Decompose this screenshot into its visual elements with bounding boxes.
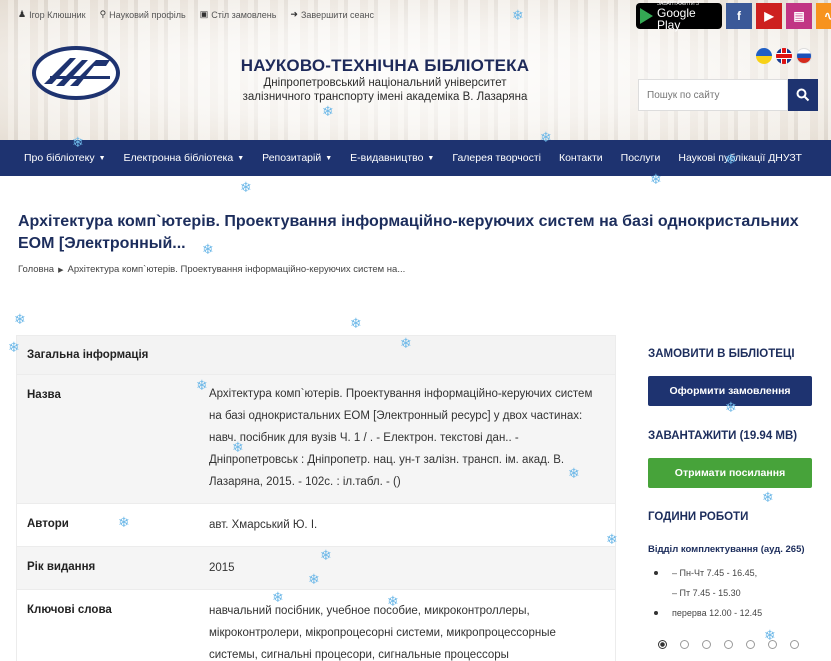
main-navigation: Про бібліотеку ▼ Електронна бібліотека ▼ Реп… [0, 140, 831, 176]
row-label: Назва [27, 389, 61, 401]
search-input[interactable] [638, 79, 788, 111]
general-info-table: Загальна інформація Назва Архітектура ко… [16, 335, 616, 661]
row-label: Рік видання [27, 561, 96, 573]
toplink-orders[interactable]: ▣ Стіл замовлень [200, 9, 277, 20]
ukrainian-flag-icon[interactable] [756, 48, 772, 64]
nav-item-2[interactable]: Репозитарій ▼ [262, 152, 332, 164]
nav-item-0[interactable]: Про бібліотеку ▼ [24, 152, 106, 164]
row-label: Автори [27, 518, 69, 530]
chevron-down-icon: ▼ [427, 154, 435, 162]
site-search [638, 79, 818, 111]
search-button[interactable] [788, 79, 818, 111]
snowflake-icon: ❄ [762, 489, 774, 505]
cart-icon: ▣ [199, 9, 209, 19]
google-play-icon [640, 8, 653, 24]
nav-item-5[interactable]: Контакти [559, 152, 603, 164]
breadcrumb: Головна ▶ Архітектура комп`ютерів. Проекту… [18, 264, 405, 275]
hours-heading: ГОДИНИ РОБОТИ [648, 511, 749, 523]
carousel-pagination [658, 640, 799, 649]
list-item: – Пт 7.45 - 15.30 [672, 588, 741, 598]
page-title: Архітектура комп`ютерів. Проектування ін… [18, 213, 799, 252]
store-and-social: ЗАВАНТАЖИТИ З Google Play f ▶ ▤ ∿ [636, 1, 831, 31]
site-header: ♟ Ігор Клюшник ⚲ Науковий профіль ▣ Стіл за… [0, 0, 831, 140]
table-row: Ключові слова навчальний посібник, учебн… [17, 589, 615, 661]
english-flag-icon[interactable] [776, 48, 792, 64]
carousel-dot[interactable] [658, 640, 667, 649]
row-label: Ключові слова [27, 604, 112, 616]
general-info-header: Загальна інформація [17, 336, 615, 374]
nav-item-6[interactable]: Послуги [621, 152, 661, 164]
university-logo[interactable] [30, 44, 122, 102]
youtube-icon[interactable]: ▶ [756, 3, 782, 29]
table-row: Назва Архітектура комп`ютерів. Проектува… [17, 374, 615, 503]
nav-item-3[interactable]: Е-видавництво ▼ [350, 152, 434, 164]
toplink-logout[interactable]: ➜ Завершити сеанс [290, 9, 374, 20]
carousel-dot[interactable] [702, 640, 711, 649]
get-link-button[interactable]: Отримати посилання [648, 458, 812, 488]
instagram-icon[interactable]: ▤ [786, 3, 812, 29]
row-value: авт. Хмарський Ю. І. [209, 519, 318, 531]
breadcrumb-home[interactable]: Головна [18, 264, 54, 275]
language-switcher [756, 48, 812, 64]
hours-list: – Пн-Чт 7.45 - 16.45, – Пт 7.45 - 15.30 … [652, 564, 762, 624]
library-title-block: НАУКОВО-ТЕХНІЧНА БІБЛІОТЕКА Дніпропетров… [220, 56, 550, 104]
user-icon: ♟ [18, 9, 27, 19]
list-item: – Пн-Чт 7.45 - 16.45, [652, 564, 762, 584]
breadcrumb-arrow-icon: ▶ [58, 267, 64, 274]
table-row: Рік видання 2015 [17, 546, 615, 589]
logout-icon: ➜ [290, 9, 298, 19]
toplink-profile[interactable]: ⚲ Науковий профіль [100, 9, 186, 20]
chevron-down-icon: ▼ [237, 154, 245, 162]
snowflake-icon: ❄ [350, 315, 362, 331]
toplink-user[interactable]: ♟ Ігор Клюшник [18, 9, 86, 20]
order-heading: ЗАМОВИТИ В БІБЛІОТЕЦІ [648, 348, 795, 360]
chevron-down-icon: ▼ [325, 154, 333, 162]
carousel-dot[interactable] [768, 640, 777, 649]
search-icon: ⚲ [99, 9, 107, 19]
library-subtitle-2: залізничного транспорту імені академіка … [242, 91, 528, 103]
list-item: перерва 12.00 - 12.45 [652, 604, 762, 624]
google-play-button[interactable]: ЗАВАНТАЖИТИ З Google Play [636, 1, 722, 31]
library-subtitle-1: Дніпропетровський національний університ… [263, 77, 507, 89]
search-icon [796, 88, 810, 102]
download-heading: ЗАВАНТАЖИТИ (19.94 MB) [648, 430, 798, 442]
order-button[interactable]: Оформити замовлення [648, 376, 812, 406]
row-value: Архітектура комп`ютерів. Проектування ін… [209, 388, 593, 488]
hours-department: Відділ комплектування (ауд. 265) [648, 544, 805, 555]
rss-icon[interactable]: ∿ [816, 3, 831, 29]
nav-item-7[interactable]: Наукові публікації ДНУЗТ [678, 152, 802, 164]
carousel-dot[interactable] [790, 640, 799, 649]
carousel-dot[interactable] [746, 640, 755, 649]
row-value: 2015 [209, 562, 235, 574]
row-value: навчальний посібник, учебное пособие, ми… [209, 605, 556, 661]
russian-flag-icon[interactable] [796, 48, 812, 64]
nav-item-1[interactable]: Електронна бібліотека ▼ [124, 152, 245, 164]
top-user-links: ♟ Ігор Клюшник ⚲ Науковий профіль ▣ Стіл за… [18, 9, 374, 20]
chevron-down-icon: ▼ [98, 154, 106, 162]
carousel-dot[interactable] [724, 640, 733, 649]
facebook-icon[interactable]: f [726, 3, 752, 29]
breadcrumb-current: Архітектура комп`ютерів. Проектування ін… [67, 264, 406, 275]
library-title[interactable]: НАУКОВО-ТЕХНІЧНА БІБЛІОТЕКА [220, 56, 550, 76]
table-row: Автори авт. Хмарський Ю. І. [17, 503, 615, 546]
carousel-dot[interactable] [680, 640, 689, 649]
snowflake-icon: ❄ [240, 179, 252, 195]
nav-item-4[interactable]: Галерея творчості [452, 152, 541, 164]
snowflake-icon: ❄ [14, 311, 26, 327]
